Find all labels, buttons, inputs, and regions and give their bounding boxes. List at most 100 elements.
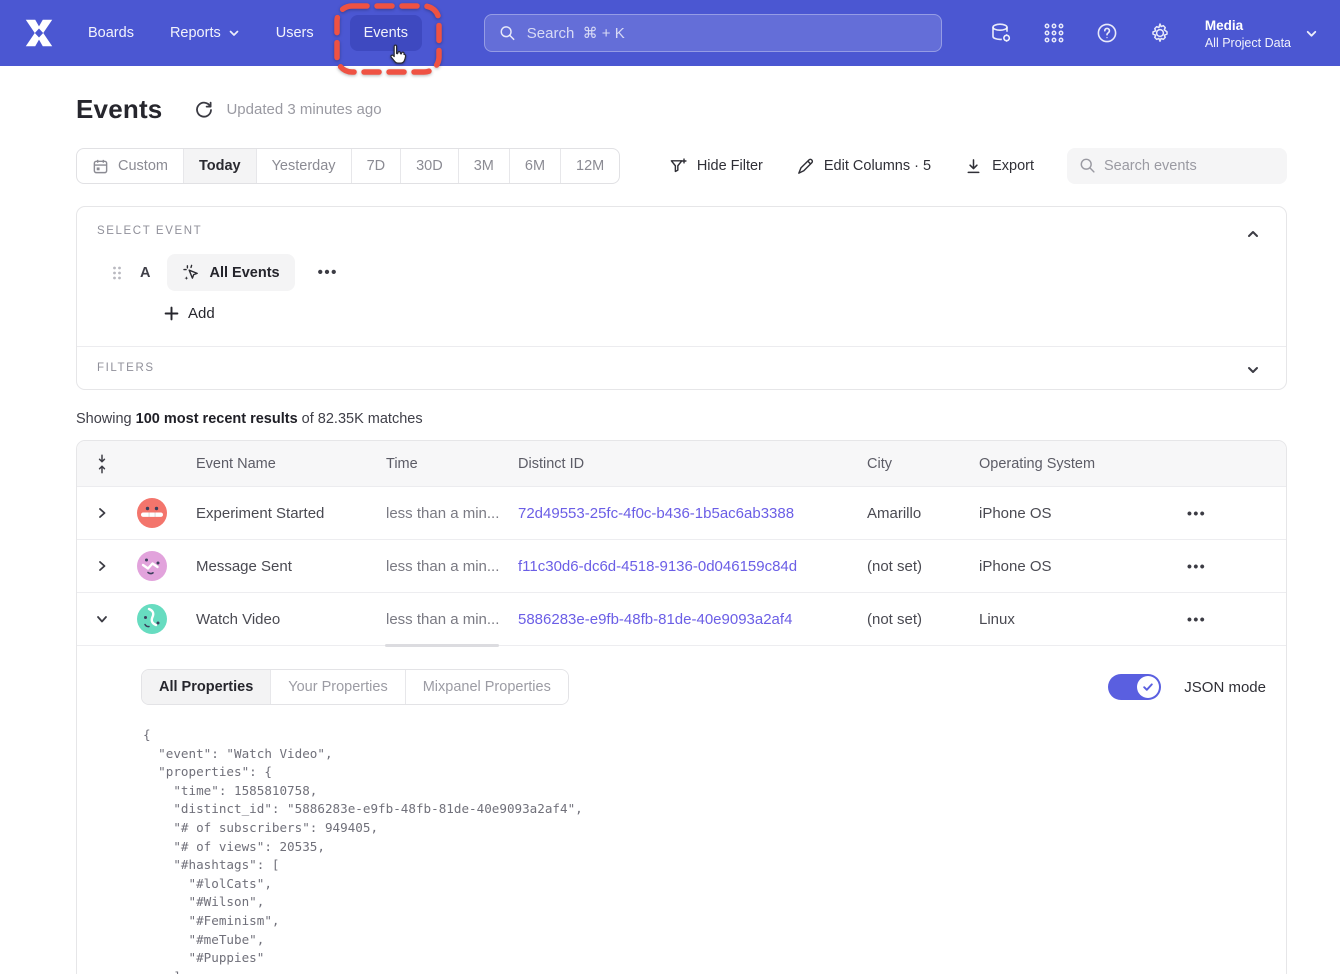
event-selector-pill[interactable]: All Events: [167, 254, 294, 291]
title-row: Events Updated 3 minutes ago: [76, 94, 1287, 125]
date-segment-30d[interactable]: 30D: [401, 149, 459, 183]
cell-city: (not set): [847, 611, 959, 628]
mixpanel-logo[interactable]: [22, 16, 56, 50]
cell-time: less than a min...: [367, 505, 499, 522]
toggle-knob: [1137, 676, 1159, 698]
calendar-icon: [92, 158, 109, 175]
expand-row-icon[interactable]: [95, 559, 109, 573]
nav-item-label: Events: [364, 25, 408, 41]
cell-time: less than a min...: [367, 558, 499, 575]
date-segment-today[interactable]: Today: [184, 149, 257, 183]
mixpanel-events-page: Boards Reports Users Events: [0, 0, 1340, 974]
expand-row-icon[interactable]: [95, 506, 109, 520]
date-segment-12m[interactable]: 12M: [561, 149, 619, 183]
global-search-input[interactable]: [527, 25, 927, 42]
export-button[interactable]: Export: [964, 157, 1034, 176]
row-menu-button[interactable]: •••: [1187, 558, 1206, 574]
tab-your-properties[interactable]: Your Properties: [271, 670, 405, 704]
event-json-content: { "event": "Watch Video", "properties": …: [143, 726, 1266, 974]
search-events-input[interactable]: [1067, 148, 1287, 184]
table-header-row: Event Name Time Distinct ID City Operati…: [77, 441, 1286, 487]
date-segment-label: Yesterday: [272, 158, 336, 174]
table-toolbar: Hide Filter Edit Columns · 5 Export: [669, 148, 1287, 184]
date-segment-yesterday[interactable]: Yesterday: [257, 149, 352, 183]
header-time[interactable]: Time: [367, 456, 499, 472]
cell-os: Linux: [959, 611, 1173, 628]
top-nav: Boards Reports Users Events: [0, 0, 1340, 66]
expand-filters-button[interactable]: [1240, 357, 1266, 383]
avatar: [137, 604, 167, 634]
drag-handle-icon[interactable]: [111, 264, 123, 282]
date-segment-6m[interactable]: 6M: [510, 149, 561, 183]
nav-item-users[interactable]: Users: [276, 25, 314, 41]
date-segment-3m[interactable]: 3M: [459, 149, 510, 183]
results-prefix: Showing: [76, 411, 136, 427]
data-management-icon[interactable]: [989, 21, 1013, 45]
json-mode-toggle[interactable]: [1108, 674, 1161, 700]
cell-event-name: Watch Video: [177, 611, 367, 628]
header-operating-system[interactable]: Operating System: [959, 456, 1173, 472]
tab-all-properties[interactable]: All Properties: [142, 670, 271, 704]
updated-timestamp: Updated 3 minutes ago: [226, 101, 381, 118]
nav-item-label: Users: [276, 25, 314, 41]
edit-columns-button[interactable]: Edit Columns · 5: [796, 157, 931, 176]
nav-right-cluster: Media All Project Data: [989, 16, 1318, 50]
add-button-label: Add: [188, 305, 215, 322]
table-row[interactable]: Experiment Started less than a min... 72…: [77, 487, 1286, 540]
global-search[interactable]: [484, 14, 942, 52]
sort-rows-icon[interactable]: [95, 453, 109, 475]
header-event-name[interactable]: Event Name: [177, 456, 367, 472]
filters-label: FILTERS: [97, 362, 1266, 374]
nav-item-boards[interactable]: Boards: [88, 25, 134, 41]
results-suffix: of 82.35K matches: [298, 411, 423, 427]
json-mode-label: JSON mode: [1184, 679, 1266, 696]
nav-item-events[interactable]: Events: [350, 15, 422, 51]
select-event-section: SELECT EVENT A: [77, 207, 1286, 346]
help-icon[interactable]: [1095, 21, 1119, 45]
hide-filter-button[interactable]: Hide Filter: [669, 157, 763, 176]
page-title: Events: [76, 94, 162, 125]
edit-columns-label: Edit Columns · 5: [824, 158, 931, 174]
row-menu-button[interactable]: •••: [1187, 505, 1206, 521]
apps-grid-icon[interactable]: [1042, 21, 1066, 45]
collapse-section-button[interactable]: [1240, 221, 1266, 247]
refresh-icon[interactable]: [194, 100, 214, 120]
project-switcher[interactable]: Media All Project Data: [1205, 16, 1318, 50]
project-scope: All Project Data: [1205, 36, 1291, 50]
date-segment-7d[interactable]: 7D: [352, 149, 402, 183]
event-row-menu-button[interactable]: •••: [312, 260, 344, 285]
add-event-button[interactable]: Add: [164, 305, 215, 322]
nav-item-label: Boards: [88, 25, 134, 41]
header-distinct-id[interactable]: Distinct ID: [499, 456, 847, 472]
distinct-id-link[interactable]: 5886283e-e9fb-48fb-81de-40e9093a2af4: [518, 611, 792, 628]
chevron-up-icon: [1246, 227, 1260, 241]
project-name: Media: [1205, 16, 1291, 36]
tab-mixpanel-properties[interactable]: Mixpanel Properties: [406, 670, 568, 704]
results-summary: Showing 100 most recent results of 82.35…: [76, 411, 1287, 427]
download-icon: [964, 157, 983, 176]
date-segment-label: 7D: [367, 158, 386, 174]
search-icon: [499, 24, 516, 42]
date-range-control: Custom Today Yesterday 7D 30D 3M 6M 12M: [76, 148, 620, 184]
event-pill-label: All Events: [209, 265, 279, 281]
table-row-expanded[interactable]: Watch Video less than a min... 5886283e-…: [77, 593, 1286, 646]
main-content: Events Updated 3 minutes ago Custom Toda…: [0, 94, 1340, 974]
select-event-label: SELECT EVENT: [97, 225, 1266, 237]
date-segment-custom[interactable]: Custom: [77, 149, 184, 183]
header-city[interactable]: City: [847, 456, 959, 472]
chevron-down-icon: [1305, 27, 1318, 40]
nav-item-reports[interactable]: Reports: [170, 25, 240, 41]
properties-tabs: All Properties Your Properties Mixpanel …: [141, 669, 569, 705]
event-row-letter: A: [140, 265, 150, 281]
collapse-row-icon[interactable]: [95, 612, 109, 626]
table-row[interactable]: Message Sent less than a min... f11c30d6…: [77, 540, 1286, 593]
settings-gear-icon[interactable]: [1148, 21, 1172, 45]
plus-icon: [164, 306, 179, 321]
distinct-id-link[interactable]: f11c30d6-dc6d-4518-9136-0d046159c84d: [518, 558, 797, 575]
filters-section[interactable]: FILTERS: [77, 347, 1286, 389]
row-menu-button[interactable]: •••: [1187, 611, 1206, 627]
date-segment-label: 30D: [416, 158, 443, 174]
check-icon: [1142, 681, 1154, 693]
distinct-id-link[interactable]: 72d49553-25fc-4f0c-b436-1b5ac6ab3388: [518, 505, 794, 522]
export-label: Export: [992, 158, 1034, 174]
